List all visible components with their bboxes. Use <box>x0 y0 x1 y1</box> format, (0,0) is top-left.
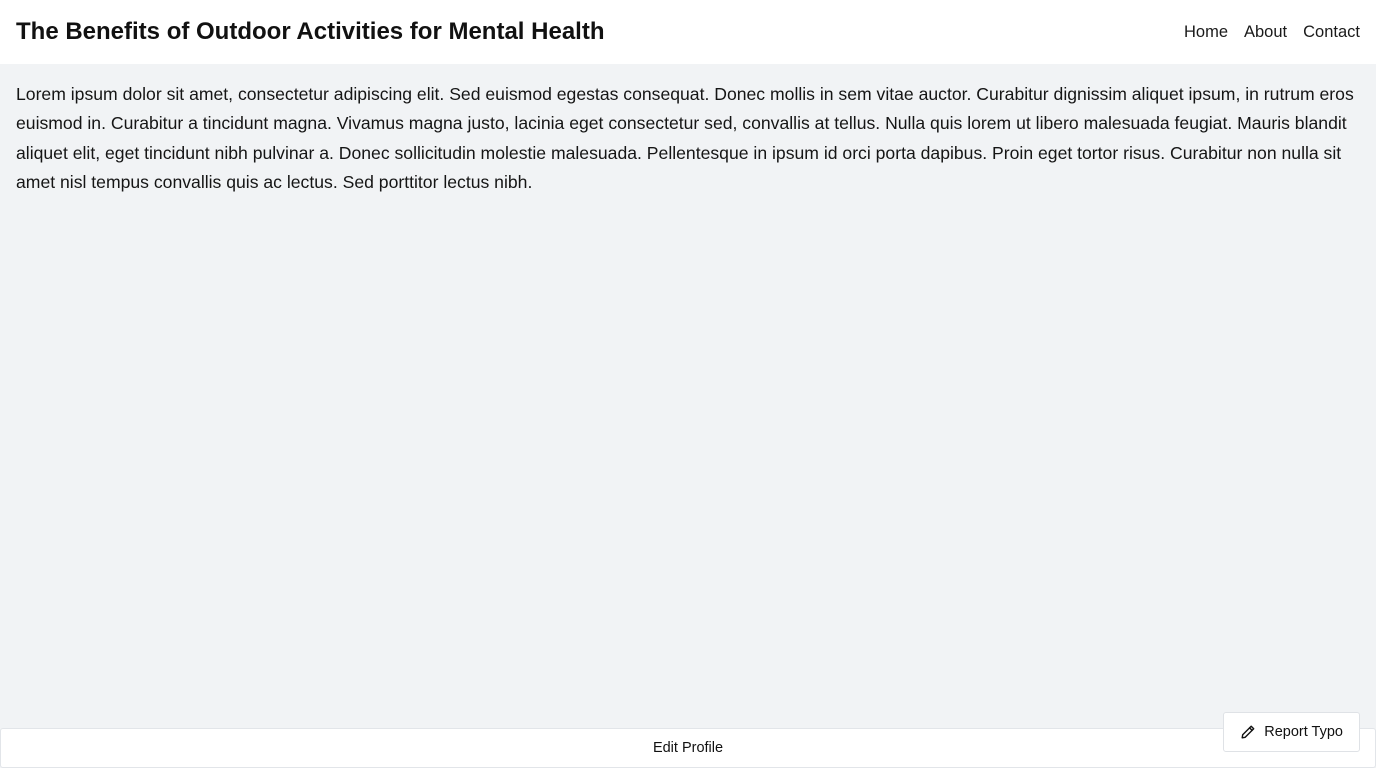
main-nav: Home About Contact <box>1184 23 1360 42</box>
edit-profile-label: Edit Profile <box>652 740 724 756</box>
edit-profile-button[interactable]: Edit Profile <box>0 728 1376 768</box>
report-typo-button[interactable]: Report Typo <box>1223 712 1360 752</box>
pencil-icon <box>1240 724 1256 740</box>
nav-link-contact[interactable]: Contact <box>1303 23 1360 42</box>
site-header: The Benefits of Outdoor Activities for M… <box>0 0 1376 64</box>
nav-link-home[interactable]: Home <box>1184 23 1228 42</box>
article-body: Lorem ipsum dolor sit amet, consectetur … <box>16 84 1354 193</box>
report-typo-label: Report Typo <box>1264 724 1343 740</box>
nav-link-about[interactable]: About <box>1244 23 1287 42</box>
page-title: The Benefits of Outdoor Activities for M… <box>16 18 605 45</box>
